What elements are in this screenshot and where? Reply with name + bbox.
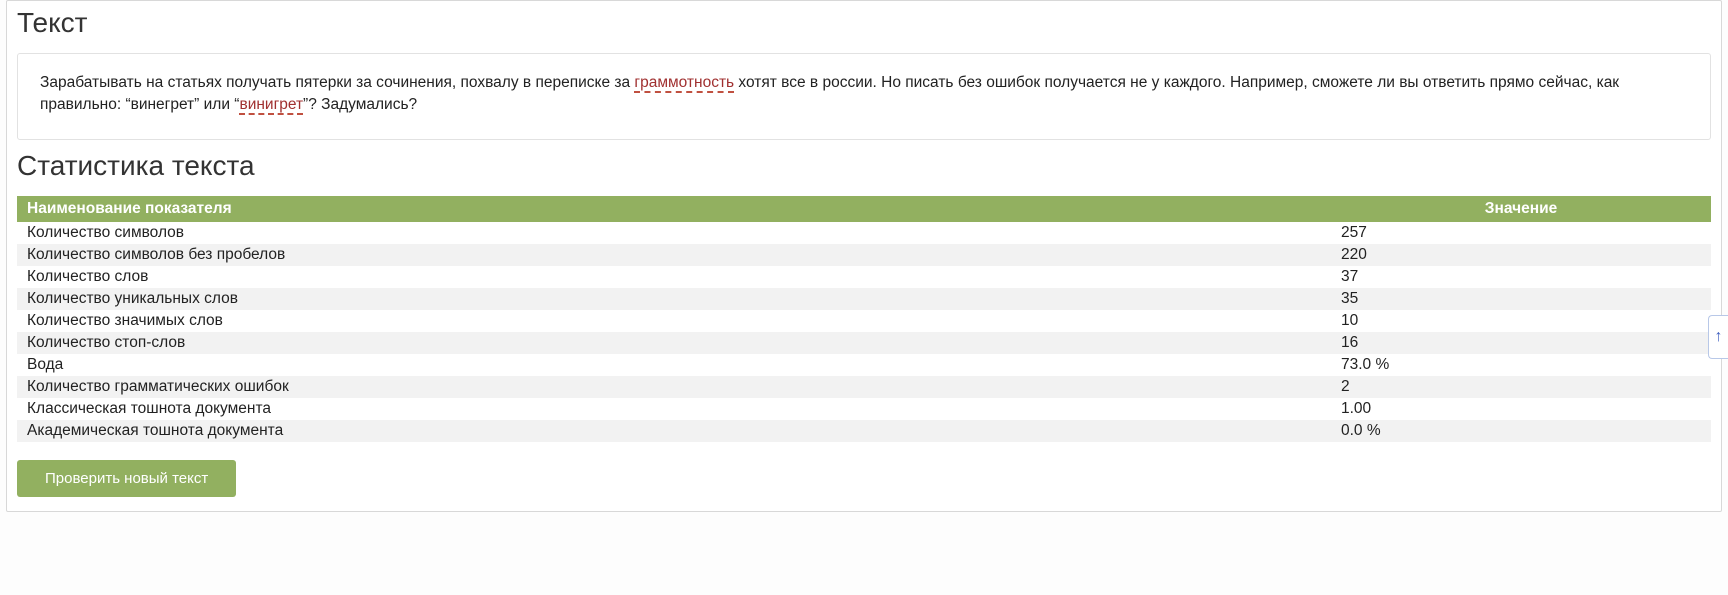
table-row: Количество стоп-слов16 — [17, 332, 1711, 354]
table-row: Вода73.0 % — [17, 354, 1711, 376]
stat-value: 1.00 — [1331, 398, 1711, 420]
table-row: Количество слов37 — [17, 266, 1711, 288]
sample-text-box: Зарабатывать на статьях получать пятерки… — [17, 53, 1711, 140]
text-heading: Текст — [17, 7, 1711, 39]
stats-col-value: Значение — [1331, 196, 1711, 222]
table-row: Количество грамматических ошибок2 — [17, 376, 1711, 398]
stat-value: 257 — [1331, 222, 1711, 244]
stat-name: Количество слов — [17, 266, 1331, 288]
stat-name: Количество уникальных слов — [17, 288, 1331, 310]
stat-value: 220 — [1331, 244, 1711, 266]
stat-name: Академическая тошнота документа — [17, 420, 1331, 442]
stat-name: Количество символов без пробелов — [17, 244, 1331, 266]
table-row: Классическая тошнота документа1.00 — [17, 398, 1711, 420]
stat-value: 37 — [1331, 266, 1711, 288]
stat-value: 10 — [1331, 310, 1711, 332]
stat-value: 16 — [1331, 332, 1711, 354]
stat-value: 35 — [1331, 288, 1711, 310]
check-new-text-button[interactable]: Проверить новый текст — [17, 460, 236, 497]
table-row: Академическая тошнота документа0.0 % — [17, 420, 1711, 442]
arrow-up-icon: ↑ — [1715, 328, 1723, 346]
spelling-error[interactable]: граммотность — [634, 74, 734, 93]
stats-table: Наименование показателя Значение Количес… — [17, 196, 1711, 442]
stat-name: Количество стоп-слов — [17, 332, 1331, 354]
stat-value: 2 — [1331, 376, 1711, 398]
main-panel: Текст Зарабатывать на статьях получать п… — [6, 0, 1722, 512]
stats-col-name: Наименование показателя — [17, 196, 1331, 222]
sample-text-part: ”? Задумались? — [303, 96, 417, 113]
table-row: Количество символов257 — [17, 222, 1711, 244]
stat-name: Количество символов — [17, 222, 1331, 244]
table-row: Количество значимых слов10 — [17, 310, 1711, 332]
sample-text-part: Зарабатывать на статьях получать пятерки… — [40, 74, 634, 91]
stat-name: Количество грамматических ошибок — [17, 376, 1331, 398]
stat-name: Классическая тошнота документа — [17, 398, 1331, 420]
stat-value: 0.0 % — [1331, 420, 1711, 442]
table-row: Количество уникальных слов35 — [17, 288, 1711, 310]
table-row: Количество символов без пробелов220 — [17, 244, 1711, 266]
spelling-error[interactable]: винигрет — [239, 96, 303, 115]
stat-name: Количество значимых слов — [17, 310, 1331, 332]
stats-heading: Статистика текста — [17, 150, 1711, 182]
scroll-top-tab[interactable]: ↑ — [1708, 315, 1728, 359]
stat-value: 73.0 % — [1331, 354, 1711, 376]
stat-name: Вода — [17, 354, 1331, 376]
